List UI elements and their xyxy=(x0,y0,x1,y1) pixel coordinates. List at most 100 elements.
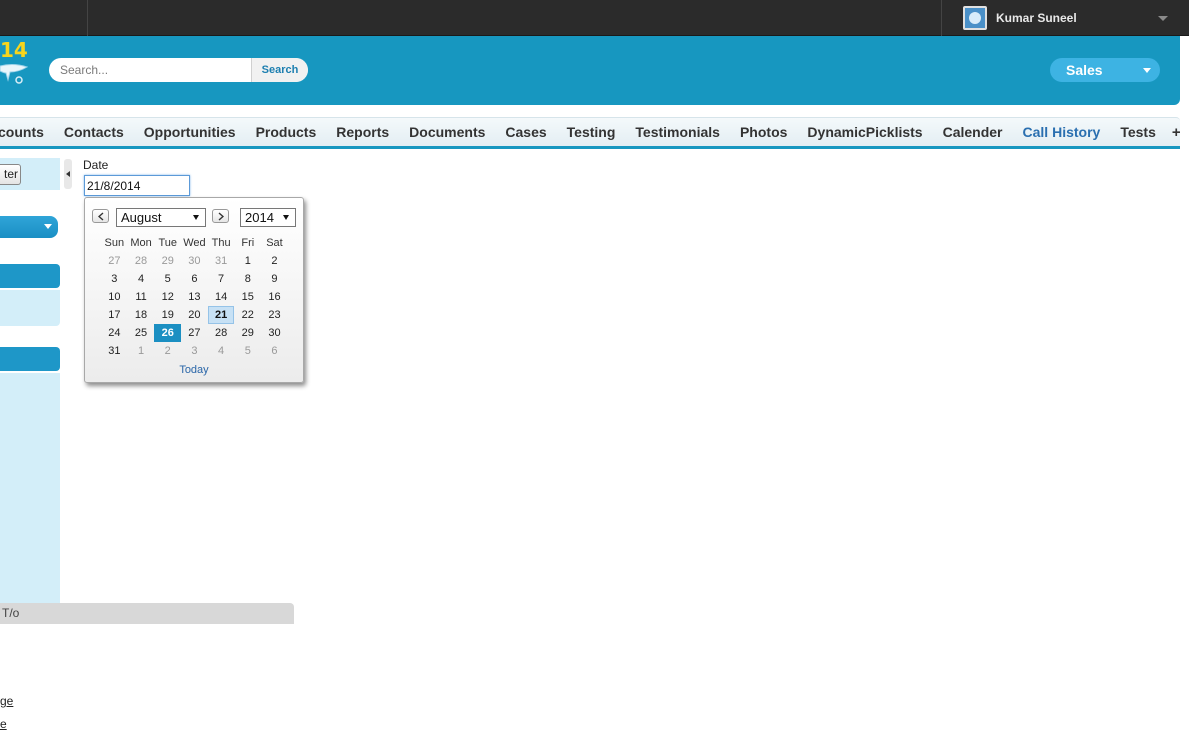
calendar-day[interactable]: 30 xyxy=(261,324,288,342)
tab-dynamicpicklists[interactable]: DynamicPicklists xyxy=(797,117,932,147)
calendar-day[interactable]: 11 xyxy=(128,288,155,306)
calendar-day[interactable]: 3 xyxy=(181,342,208,360)
calendar-day[interactable]: 2 xyxy=(154,342,181,360)
today-link[interactable]: Today xyxy=(85,364,303,376)
calendar-week: 10 11 12 13 14 15 16 xyxy=(101,288,288,306)
user-menu[interactable]: Kumar Suneel xyxy=(955,4,1180,32)
date-input[interactable] xyxy=(84,175,190,196)
chevron-down-icon xyxy=(1143,68,1151,73)
calendar-day[interactable]: 10 xyxy=(101,288,128,306)
calendar-day[interactable]: 7 xyxy=(208,270,235,288)
weekday-label: Mon xyxy=(130,237,152,249)
calendar-week: 27 28 29 30 31 1 2 xyxy=(101,252,288,270)
calendar-day[interactable]: 5 xyxy=(154,270,181,288)
weekday-label: Tue xyxy=(158,237,177,249)
tab-tests[interactable]: Tests xyxy=(1110,117,1166,147)
calendar-day[interactable]: 25 xyxy=(128,324,155,342)
sidebar-link[interactable]: ge xyxy=(0,694,13,708)
calendar-day[interactable]: 9 xyxy=(261,270,288,288)
sidebar-collapse-handle[interactable] xyxy=(64,159,72,189)
bottom-bar-label: T/o xyxy=(2,606,20,620)
tab-products[interactable]: Products xyxy=(246,117,327,147)
chevron-left-icon xyxy=(66,171,70,177)
calendar-day[interactable]: 28 xyxy=(128,252,155,270)
chevron-down-icon xyxy=(283,215,289,220)
calendar-day[interactable]: 6 xyxy=(261,342,288,360)
calendar-day[interactable]: 27 xyxy=(181,324,208,342)
calendar-day[interactable]: 17 xyxy=(101,306,128,324)
tab-opportunities[interactable]: Opportunities xyxy=(134,117,246,147)
calendar-day-selected[interactable]: 21 xyxy=(207,306,235,324)
bottom-bar[interactable]: T/o xyxy=(0,603,294,624)
calendar-day[interactable]: 1 xyxy=(234,252,261,270)
tab-testing[interactable]: Testing xyxy=(557,117,626,147)
calendar-day[interactable]: 24 xyxy=(101,324,128,342)
calendar-day[interactable]: 2 xyxy=(261,252,288,270)
tab-reports[interactable]: Reports xyxy=(326,117,399,147)
year-select[interactable]: 2014 xyxy=(240,208,296,227)
logo[interactable]: 14 xyxy=(0,38,28,62)
search-input[interactable] xyxy=(49,58,251,82)
tab-testimonials[interactable]: Testimonials xyxy=(625,117,730,147)
calendar-day[interactable]: 16 xyxy=(261,288,288,306)
calendar-day[interactable]: 18 xyxy=(128,306,155,324)
calendar-day[interactable]: 22 xyxy=(234,306,261,324)
calendar-day-today[interactable]: 26 xyxy=(154,324,182,342)
calendar-day[interactable]: 19 xyxy=(154,306,181,324)
weekday-label: Wed xyxy=(183,237,206,249)
year-select-value: 2014 xyxy=(245,210,274,225)
calendar-day[interactable]: 13 xyxy=(181,288,208,306)
top-bar: Kumar Suneel xyxy=(0,0,1189,36)
calendar-grid: Sun Mon Tue Wed Thu Fri Sat 27 28 29 30 … xyxy=(101,234,288,360)
tab-accounts[interactable]: counts xyxy=(0,117,54,147)
date-picker: August 2014 Sun Mon Tue Wed Thu Fri Sat … xyxy=(84,197,304,383)
next-month-button[interactable] xyxy=(212,209,229,223)
logo-icon xyxy=(0,64,28,84)
topbar-divider xyxy=(87,0,88,36)
calendar-day[interactable]: 20 xyxy=(181,306,208,324)
calendar-day[interactable]: 3 xyxy=(101,270,128,288)
calendar-day[interactable]: 4 xyxy=(128,270,155,288)
calendar-day[interactable]: 29 xyxy=(234,324,261,342)
month-select[interactable]: August xyxy=(116,208,206,227)
sidebar-section-body xyxy=(0,290,60,326)
sidebar-link[interactable]: e xyxy=(0,717,7,731)
calendar-day[interactable]: 29 xyxy=(154,252,181,270)
calendar-day[interactable]: 30 xyxy=(181,252,208,270)
calendar-day[interactable]: 1 xyxy=(128,342,155,360)
calendar-week: 31 1 2 3 4 5 6 xyxy=(101,342,288,360)
tab-photos[interactable]: Photos xyxy=(730,117,797,147)
filter-button[interactable]: ter xyxy=(0,164,21,185)
calendar-day[interactable]: 6 xyxy=(181,270,208,288)
calendar-day[interactable]: 28 xyxy=(208,324,235,342)
tab-cases[interactable]: Cases xyxy=(495,117,556,147)
calendar-day[interactable]: 12 xyxy=(154,288,181,306)
tab-call-history[interactable]: Call History xyxy=(1013,117,1111,147)
sidebar-section-header xyxy=(0,264,60,288)
chevron-left-icon xyxy=(98,212,104,221)
chevron-down-icon xyxy=(44,224,52,229)
calendar-day[interactable]: 5 xyxy=(234,342,261,360)
calendar-day[interactable]: 8 xyxy=(234,270,261,288)
chevron-down-icon[interactable] xyxy=(1158,16,1168,21)
create-new-dropdown[interactable] xyxy=(0,216,58,238)
tab-documents[interactable]: Documents xyxy=(399,117,495,147)
search-button[interactable]: Search xyxy=(251,58,308,82)
sidebar-filter-panel: ter xyxy=(0,158,60,190)
calendar-day[interactable]: 14 xyxy=(208,288,235,306)
tab-calender[interactable]: Calender xyxy=(933,117,1013,147)
prev-month-button[interactable] xyxy=(92,209,109,223)
app-header: 14 Search Sales xyxy=(0,36,1180,105)
topbar-divider xyxy=(941,0,942,36)
calendar-day[interactable]: 31 xyxy=(101,342,128,360)
date-label: Date xyxy=(83,158,109,172)
app-switcher[interactable]: Sales xyxy=(1050,58,1160,82)
tab-contacts[interactable]: Contacts xyxy=(54,117,134,147)
calendar-day[interactable]: 4 xyxy=(208,342,235,360)
calendar-week: 24 25 26 27 28 29 30 xyxy=(101,324,288,342)
calendar-day[interactable]: 27 xyxy=(101,252,128,270)
calendar-day[interactable]: 23 xyxy=(261,306,288,324)
calendar-day[interactable]: 31 xyxy=(208,252,235,270)
calendar-day[interactable]: 15 xyxy=(234,288,261,306)
weekday-label: Thu xyxy=(211,237,231,249)
